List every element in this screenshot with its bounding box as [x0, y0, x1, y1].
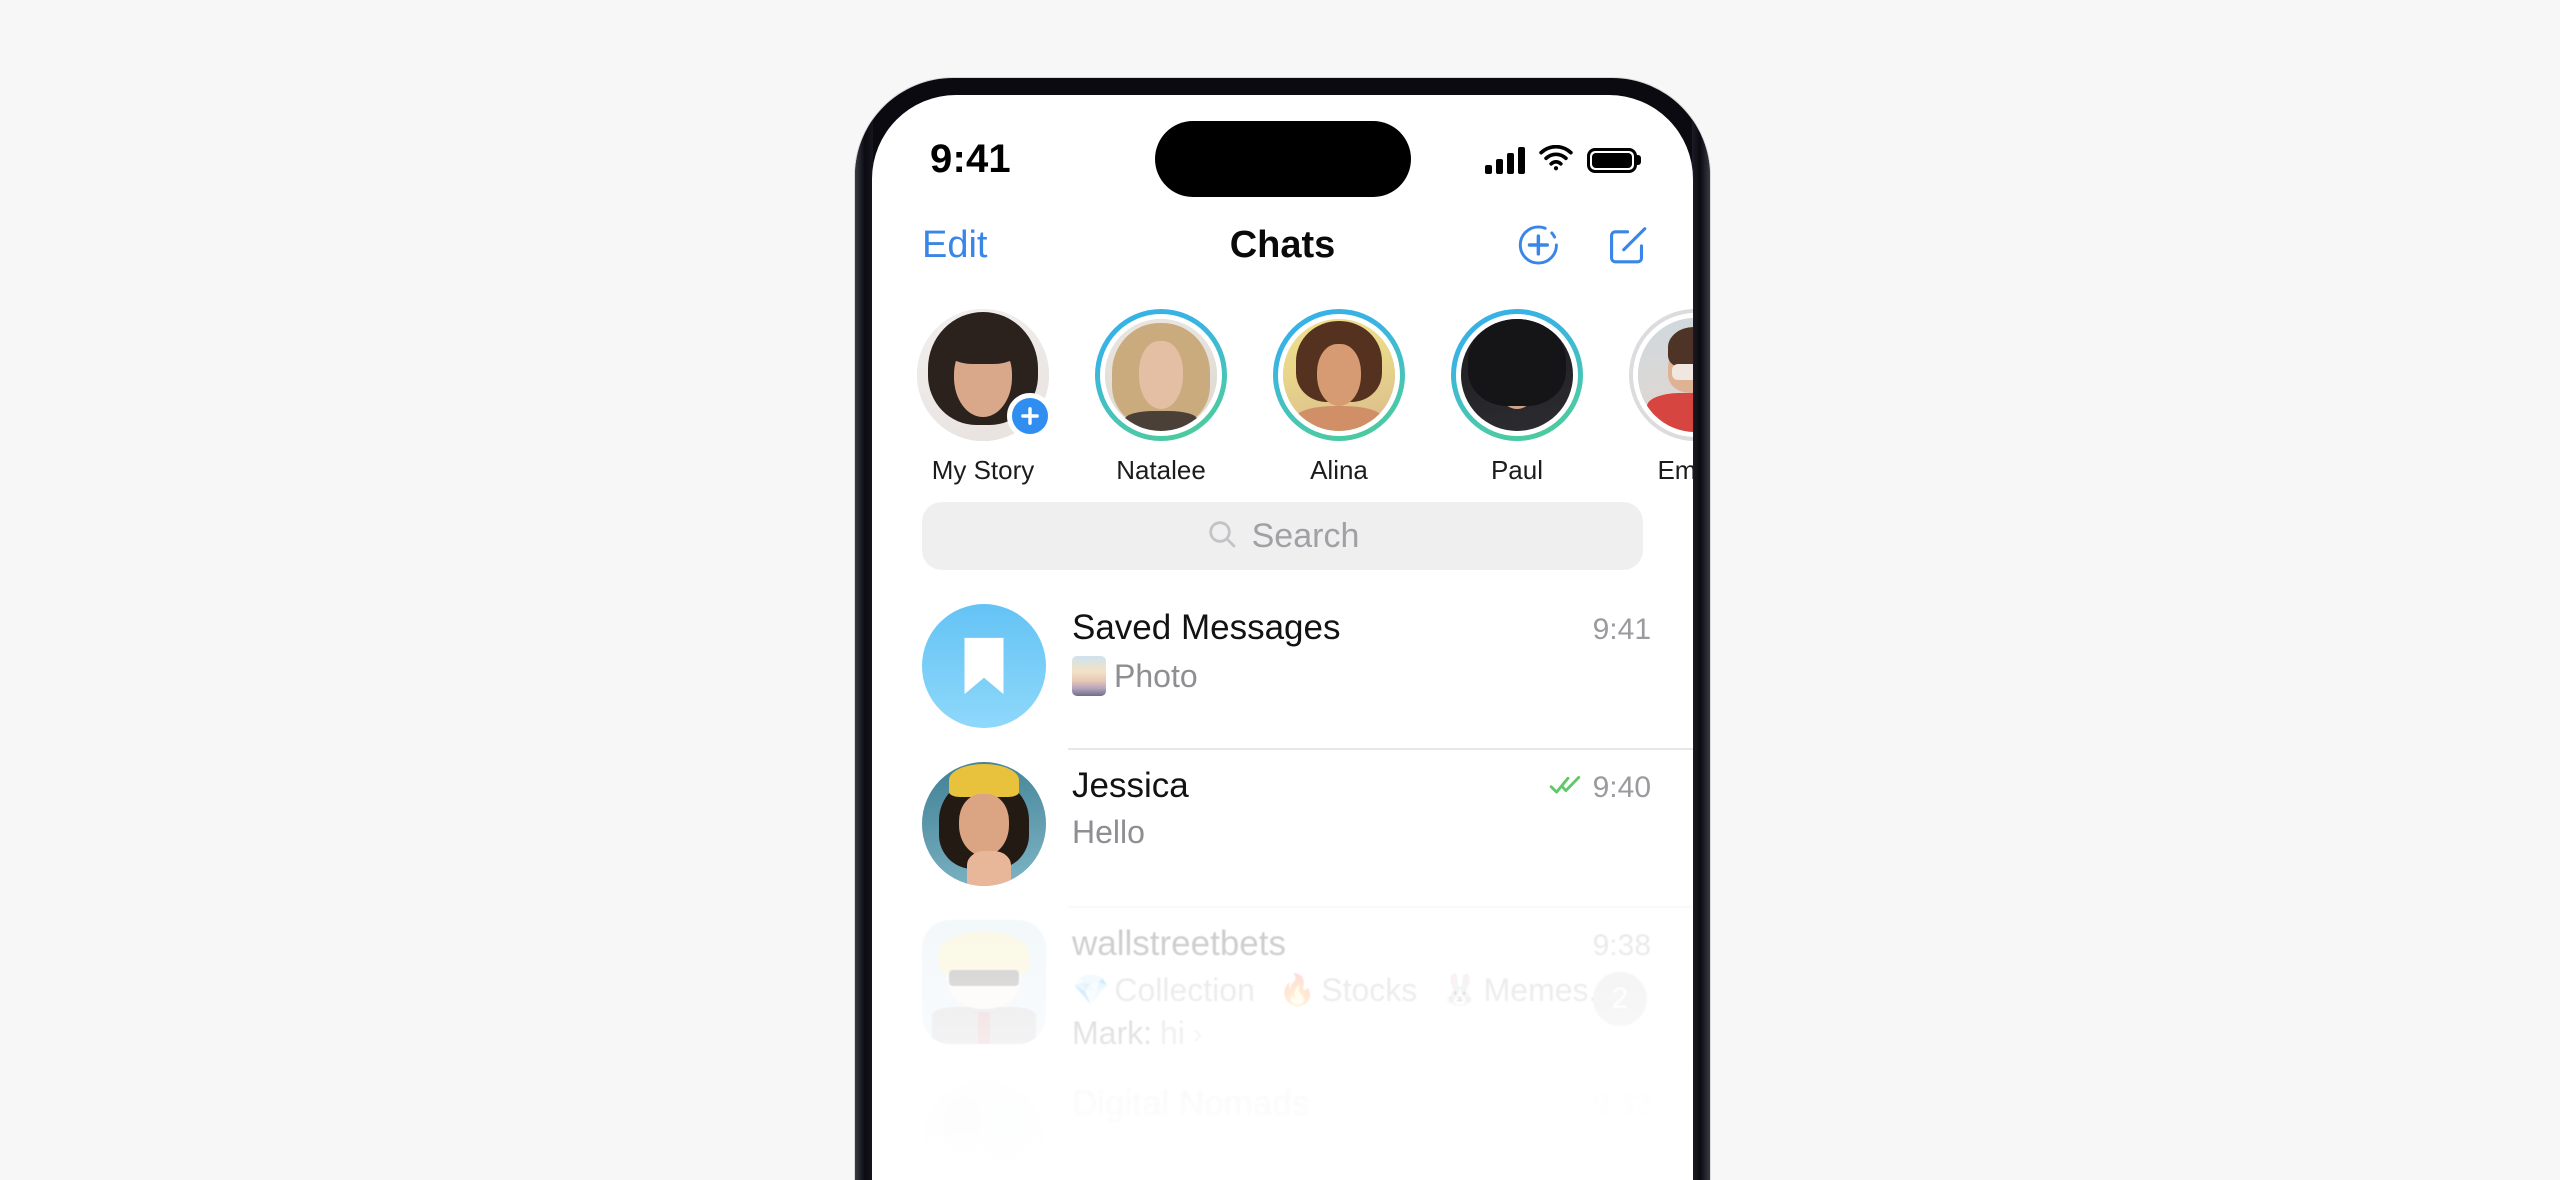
- chat-meta: 9:40: [1549, 771, 1651, 805]
- chat-meta: 9:38: [1593, 929, 1651, 963]
- topic-memes[interactable]: 🐰 Memes...: [1441, 972, 1615, 1009]
- story-item-alina[interactable]: Alina: [1250, 309, 1428, 486]
- story-label: Emma: [1657, 455, 1693, 485]
- search-placeholder: Search: [1251, 516, 1360, 555]
- story-inner: [1456, 314, 1578, 436]
- chat-list[interactable]: Saved Messages 9:41 Photo Jessica 9:40 H…: [872, 590, 1693, 1180]
- chat-row-wallstreetbets[interactable]: wallstreetbets 9:38 💎 Collection �: [872, 906, 1693, 1066]
- status-time: 9:41: [930, 136, 1011, 181]
- chat-meta: 9:41: [1593, 613, 1651, 647]
- story-item-paul[interactable]: Paul: [1428, 309, 1606, 486]
- fire-icon: 🔥: [1278, 973, 1317, 1007]
- chat-preview: hi: [1160, 1015, 1185, 1051]
- iphone-device-frame: 9:41 Edit Chats My Story Natalee Alina P…: [855, 78, 1710, 1180]
- message-sender: Mark:: [1072, 1015, 1152, 1051]
- chat-timestamp: 9:32: [1592, 1089, 1651, 1122]
- avatar: [1461, 319, 1573, 431]
- chat-preview-line: Mark: hi ›: [1072, 1015, 1651, 1052]
- avatar: [1105, 319, 1217, 431]
- chat-content: Saved Messages 9:41 Photo: [1072, 604, 1651, 696]
- avatar: [922, 762, 1046, 886]
- chat-content: Jessica 9:40 Hello: [1072, 762, 1651, 851]
- story-label: My Story: [931, 455, 1035, 485]
- double-check-icon: [1549, 773, 1583, 802]
- status-bar: 9:41: [872, 95, 1693, 199]
- topic-stocks[interactable]: 🔥 Stocks: [1279, 972, 1417, 1009]
- chat-row-saved-messages[interactable]: Saved Messages 9:41 Photo: [872, 590, 1693, 748]
- chat-preview: Photo: [1114, 657, 1198, 694]
- story-item-my-story[interactable]: My Story: [894, 309, 1072, 486]
- wifi-icon: [1539, 144, 1573, 176]
- search-section: Search: [872, 492, 1693, 570]
- chat-header-line: wallstreetbets 9:38: [1072, 924, 1651, 964]
- navigation-bar: Edit Chats: [872, 199, 1693, 291]
- battery-full-icon: [1587, 147, 1637, 173]
- chat-preview: Hello: [1072, 814, 1145, 850]
- chat-timestamp: 9:40: [1592, 770, 1651, 804]
- avatar: [922, 1080, 1046, 1180]
- chat-row-digital-nomads[interactable]: Digital Nomads 9:32: [872, 1066, 1693, 1180]
- compose-icon[interactable]: [1605, 222, 1651, 268]
- story-ring-viewed: [1629, 309, 1693, 441]
- story-ring-unread: [1095, 309, 1227, 441]
- cellular-signal-icon: [1485, 146, 1525, 174]
- screenshot-canvas: 9:41 Edit Chats My Story Natalee Alina P…: [0, 0, 2560, 1180]
- story-item-natalee[interactable]: Natalee: [1072, 309, 1250, 486]
- story-item-emma[interactable]: Emma: [1606, 309, 1693, 486]
- chat-preview-line: Hello: [1072, 814, 1651, 851]
- story-label: Natalee: [1116, 455, 1206, 485]
- search-input[interactable]: Search: [922, 502, 1643, 570]
- chat-title: Jessica: [1072, 766, 1189, 805]
- status-indicators: [1485, 143, 1637, 176]
- search-icon: [1206, 518, 1238, 555]
- story-ring-unread: [1451, 309, 1583, 441]
- photo-thumbnail-icon: [1072, 656, 1106, 696]
- chat-meta: 9:32: [1593, 1089, 1651, 1123]
- stories-strip[interactable]: My Story Natalee Alina Paul Em: [872, 291, 1693, 492]
- phone-screen: 9:41 Edit Chats My Story Natalee Alina P…: [872, 95, 1693, 1180]
- topic-label: Stocks: [1321, 972, 1418, 1008]
- chat-header-line: Jessica 9:40: [1072, 766, 1651, 806]
- chat-content: Digital Nomads 9:32: [1072, 1080, 1651, 1132]
- story-inner: [1633, 313, 1693, 437]
- story-inner: [1278, 314, 1400, 436]
- chat-timestamp: 9:38: [1592, 929, 1651, 962]
- topic-label: Collection: [1114, 972, 1255, 1008]
- chat-header-line: Digital Nomads 9:32: [1072, 1084, 1651, 1124]
- story-ring-self: [917, 309, 1053, 441]
- story-ring-unread: [1273, 309, 1405, 441]
- topic-collection[interactable]: 💎 Collection: [1072, 972, 1255, 1009]
- edit-button[interactable]: Edit: [922, 224, 987, 267]
- story-label: Alina: [1310, 455, 1368, 485]
- chat-header-line: Saved Messages 9:41: [1072, 608, 1651, 648]
- add-story-badge-icon[interactable]: [1007, 393, 1053, 439]
- chat-preview-line: Photo: [1072, 656, 1651, 696]
- avatar: [922, 920, 1046, 1044]
- dynamic-island: [1154, 121, 1411, 197]
- story-inner: [1100, 314, 1222, 436]
- rabbit-icon: 🐰: [1441, 973, 1479, 1007]
- saved-messages-bookmark-icon: [922, 604, 1046, 728]
- unread-count-badge: 2: [1593, 972, 1647, 1026]
- chat-content: wallstreetbets 9:38 💎 Collection �: [1072, 920, 1651, 1052]
- add-story-icon[interactable]: [1517, 222, 1563, 268]
- chat-timestamp: 9:41: [1592, 613, 1651, 646]
- chat-title: Digital Nomads: [1072, 1084, 1310, 1123]
- diamond-icon: 💎: [1072, 973, 1110, 1007]
- avatar: [1283, 319, 1395, 431]
- avatar: [1638, 318, 1693, 432]
- chat-title: wallstreetbets: [1072, 924, 1286, 963]
- chat-topics-line: 💎 Collection 🔥 Stocks 🐰 Memes...: [1072, 972, 1651, 1009]
- chat-title: Saved Messages: [1072, 608, 1341, 647]
- chat-row-jessica[interactable]: Jessica 9:40 Hello: [872, 748, 1693, 906]
- chevron-right-icon: ›: [1192, 1017, 1203, 1049]
- nav-actions: [1517, 222, 1651, 268]
- story-label: Paul: [1490, 455, 1544, 485]
